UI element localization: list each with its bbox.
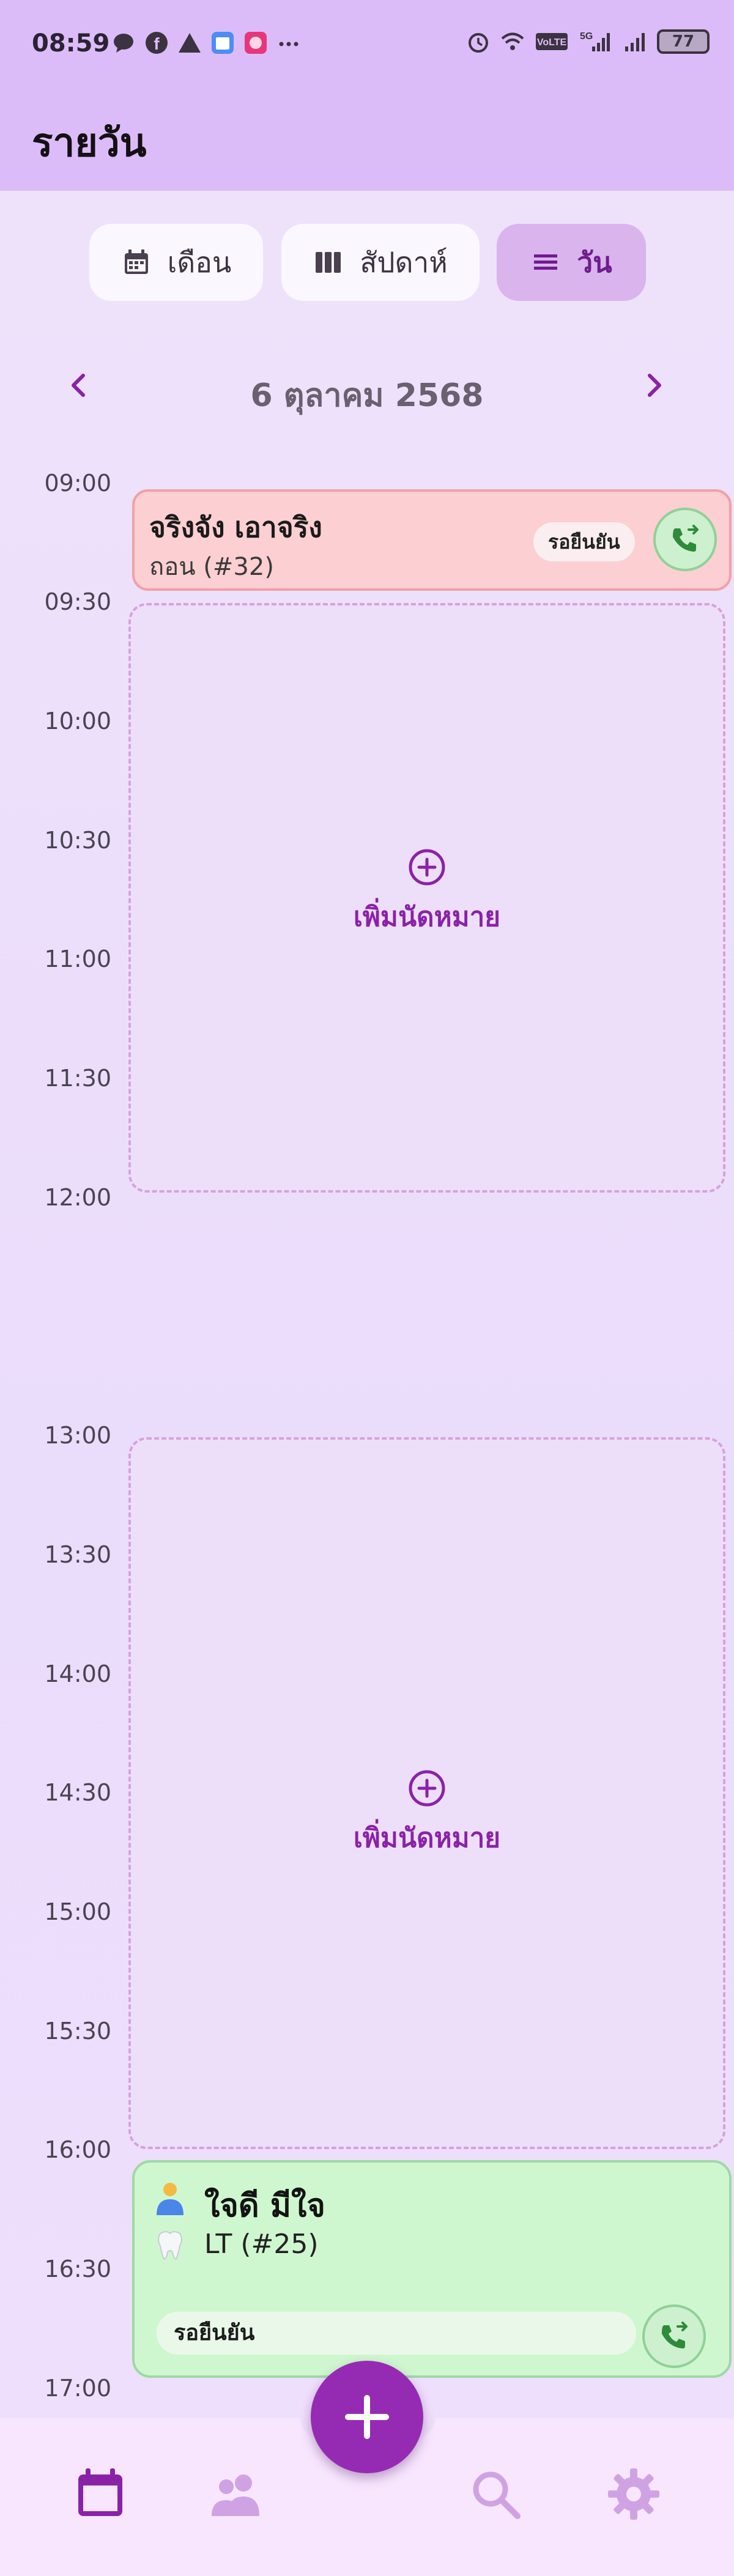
signal-icon	[625, 33, 645, 51]
svg-text:VoLTE: VoLTE	[537, 37, 567, 48]
alarm-icon	[469, 33, 488, 53]
status-time: 08:59	[32, 29, 110, 57]
status-bar: 08:59 f VoLTE 5G 77	[0, 0, 734, 92]
view-month-button[interactable]: เดือน	[89, 224, 263, 301]
current-date: 6 ตุลาคม 2568	[250, 377, 484, 414]
time-label: 10:00	[44, 708, 111, 735]
time-label: 09:00	[44, 470, 111, 497]
view-week-button[interactable]: สัปดาห์	[281, 224, 480, 301]
appointment-card[interactable]: จริงจัง เอาจริง ถอน (#32) รอยืนยัน	[132, 489, 732, 591]
svg-text:f: f	[154, 34, 160, 53]
add-appointment-button[interactable]: เพิ่มนัดหมาย	[131, 1769, 723, 1859]
procedure-label: ถอน (#32)	[149, 553, 274, 581]
facebook-icon: f	[146, 32, 168, 54]
add-appointment-label: เพิ่มนัดหมาย	[353, 901, 501, 933]
time-label: 10:30	[44, 827, 111, 854]
chat-bubble-icon	[114, 34, 133, 53]
phone-forward-icon	[662, 2322, 688, 2348]
search-icon[interactable]	[466, 2465, 525, 2523]
time-label: 17:00	[44, 2375, 111, 2402]
time-label: 16:00	[44, 2136, 111, 2163]
calendar-month-icon	[124, 250, 148, 274]
calendar-icon[interactable]	[71, 2465, 130, 2523]
chevron-left-icon[interactable]	[60, 367, 97, 404]
week-columns-icon	[316, 252, 341, 273]
view-week-label: สัปดาห์	[360, 245, 448, 279]
patients-icon[interactable]	[207, 2465, 265, 2523]
procedure-label: LT (#25)	[204, 2229, 319, 2260]
plus-icon	[345, 2395, 389, 2439]
battery-icon: 77	[657, 29, 710, 54]
battery-level: 77	[672, 32, 695, 51]
empty-slot[interactable]: เพิ่มนัดหมาย	[128, 1437, 725, 2149]
view-month-label: เดือน	[167, 245, 232, 279]
view-day-button[interactable]: วัน	[497, 224, 646, 301]
time-label: 13:30	[44, 1541, 111, 1568]
status-badge[interactable]: รอยืนยัน	[157, 2312, 636, 2355]
day-list-icon	[534, 254, 558, 270]
add-circle-icon	[409, 849, 445, 886]
add-appointment-button[interactable]: เพิ่มนัดหมาย	[131, 848, 723, 938]
time-label: 11:30	[44, 1065, 111, 1092]
system-icons: VoLTE 5G 77	[466, 29, 710, 54]
view-day-label: วัน	[577, 245, 612, 279]
call-button[interactable]	[653, 508, 717, 571]
time-label: 16:30	[44, 2256, 111, 2282]
add-appointment-label: เพิ่มนัดหมาย	[353, 1823, 501, 1854]
appointment-card[interactable]: ใจดี มีใจ LT (#25) รอยืนยัน	[132, 2160, 732, 2378]
volte-icon: VoLTE	[536, 33, 568, 50]
add-circle-icon	[409, 1770, 445, 1807]
more-dots-icon	[279, 42, 298, 46]
time-label: 14:00	[44, 1660, 111, 1687]
status-badge[interactable]: รอยืนยัน	[533, 522, 635, 561]
patient-name: ใจดี มีใจ	[204, 2188, 325, 2224]
time-label: 14:30	[44, 1779, 111, 1806]
tooth-icon	[158, 2231, 182, 2260]
chevron-right-icon[interactable]	[636, 367, 673, 404]
time-label: 12:00	[44, 1184, 111, 1211]
patient-name: จริงจัง เอาจริง	[149, 511, 322, 544]
calendar-app-icon	[212, 32, 234, 54]
time-label: 15:00	[44, 1898, 111, 1925]
person-icon	[157, 2183, 184, 2215]
time-label: 09:30	[44, 588, 111, 615]
time-label: 13:00	[44, 1422, 111, 1449]
game-app-icon	[245, 32, 267, 54]
triangle-icon	[179, 33, 201, 53]
call-button[interactable]	[642, 2304, 706, 2368]
wifi-icon	[501, 32, 524, 50]
svg-text:5G: 5G	[580, 31, 593, 42]
5g-signal-icon: 5G	[580, 31, 610, 51]
empty-slot[interactable]: เพิ่มนัดหมาย	[128, 603, 725, 1193]
app-header: 08:59 f VoLTE 5G 77 รายวัน	[0, 0, 734, 191]
page-title: รายวัน	[32, 120, 147, 166]
add-fab-button[interactable]	[311, 2361, 423, 2473]
notification-icons: f	[111, 31, 301, 55]
settings-icon[interactable]	[604, 2465, 663, 2523]
time-label: 11:00	[44, 946, 111, 972]
time-label: 15:30	[44, 2018, 111, 2045]
phone-forward-icon	[673, 525, 699, 552]
